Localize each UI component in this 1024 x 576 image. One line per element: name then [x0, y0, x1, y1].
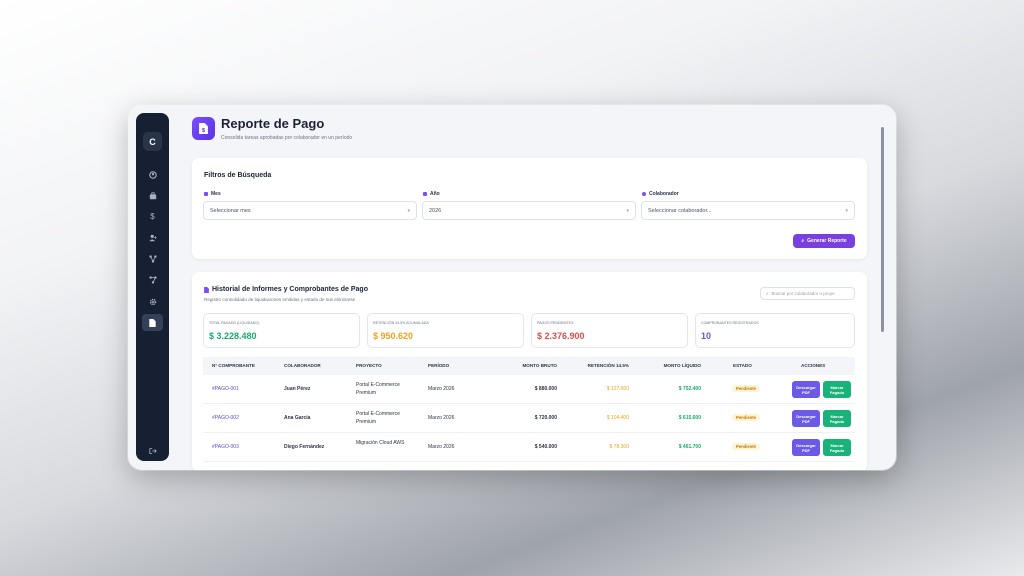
- sidebar: C $: [136, 113, 169, 461]
- collaborator-select[interactable]: Seleccionar colaborador... ▾: [641, 201, 855, 220]
- user-icon: [642, 192, 646, 196]
- mark-paid-button[interactable]: Marcar Pagado: [823, 410, 851, 427]
- collaborator-name: Juan Pérez: [284, 386, 311, 392]
- net-amount: $ 461.700: [678, 444, 701, 450]
- table-header: N° Comprobante Colaborador Proyecto Perí…: [203, 357, 855, 375]
- scrollbar[interactable]: [881, 127, 884, 332]
- stat-total-paid: Total pagado (liquidado) $ 3.228.480: [203, 313, 360, 348]
- col-actions: Acciones: [801, 363, 826, 368]
- month-select[interactable]: Seleccionar mes ▾: [203, 201, 417, 220]
- stat-receipts: Comprobantes registrados 10: [695, 313, 855, 348]
- dollar-icon[interactable]: $: [142, 208, 163, 225]
- document-icon[interactable]: [142, 314, 163, 331]
- mark-paid-button[interactable]: Marcar Pagado: [823, 381, 851, 398]
- download-pdf-button[interactable]: Descargar PDF: [792, 410, 820, 427]
- page-title: Reporte de Pago: [221, 116, 325, 131]
- mark-paid-button[interactable]: Marcar Pagado: [823, 439, 851, 456]
- col-project: Proyecto: [356, 363, 382, 368]
- status-badge: Pendiente: [732, 414, 761, 421]
- collaborator-label: Colaborador: [642, 191, 679, 197]
- col-status: Estado: [733, 363, 752, 368]
- period: Marzo 2026: [428, 386, 455, 392]
- generate-report-button[interactable]: ⌕ Generar Reporte: [793, 234, 855, 248]
- user-add-icon[interactable]: [142, 229, 163, 246]
- gear-icon[interactable]: [142, 293, 163, 310]
- receipt-id[interactable]: #PAGO-002: [212, 415, 239, 421]
- year-select[interactable]: 2026 ▾: [422, 201, 636, 220]
- history-subtitle: Registro consolidado de liquidaciones em…: [204, 297, 356, 302]
- search-icon: ⌕: [766, 291, 769, 296]
- project-name: Portal E-Commerce Premium: [356, 382, 400, 396]
- period: Marzo 2026: [428, 444, 455, 450]
- col-collaborator: Colaborador: [284, 363, 321, 368]
- report-icon: $: [192, 117, 215, 140]
- period: Marzo 2026: [428, 415, 455, 421]
- app-window: C $ $ Reporte de Pago Consolida tareas a…: [128, 105, 896, 470]
- table-row: #PAGO-001 Juan Pérez Portal E-Commerce P…: [203, 375, 855, 404]
- gross-amount: $ 880.000: [534, 386, 557, 392]
- status-badge: Pendiente: [732, 385, 761, 392]
- gross-amount: $ 540.000: [534, 444, 557, 450]
- main-content: $ Reporte de Pago Consolida tareas aprob…: [174, 105, 888, 470]
- collaborator-name: Ana García: [284, 415, 311, 421]
- document-icon: [204, 286, 209, 293]
- col-net: Monto Líquido: [663, 363, 701, 368]
- col-period: Período: [428, 363, 450, 368]
- collaborator-name: Diego Fernández: [284, 444, 325, 450]
- chevron-down-icon: ▾: [845, 208, 848, 214]
- history-card: Historial de Informes y Comprobantes de …: [192, 272, 867, 470]
- history-title: Historial de Informes y Comprobantes de …: [204, 286, 368, 293]
- filters-card: Filtros de Búsqueda Mes Seleccionar mes ▾…: [192, 158, 867, 259]
- stat-retention: Retención 14.5% acumulada $ 950.620: [367, 313, 524, 348]
- retention-amount: $ 78.300: [609, 444, 629, 450]
- year-label: Año: [423, 191, 440, 197]
- net-amount: $ 615.600: [678, 415, 701, 421]
- month-label: Mes: [204, 191, 221, 197]
- briefcase-icon[interactable]: [142, 187, 163, 204]
- col-gross: Monto Bruto: [522, 363, 557, 368]
- project-name: Migración Cloud AWS: [356, 440, 405, 446]
- col-receipt: N° Comprobante: [212, 363, 255, 368]
- receipt-id[interactable]: #PAGO-003: [212, 444, 239, 450]
- retention-amount: $ 127.600: [606, 386, 629, 392]
- network-icon[interactable]: [142, 250, 163, 267]
- history-search-input[interactable]: ⌕ Buscar por colaborador o proye: [760, 287, 855, 300]
- download-pdf-button[interactable]: Descargar PDF: [792, 439, 820, 456]
- col-retention: Retención 14.5%: [587, 363, 629, 368]
- table-row: #PAGO-002 Ana García Portal E-Commerce P…: [203, 404, 855, 433]
- table-row: #PAGO-003 Diego Fernández Migración Clou…: [203, 433, 855, 462]
- app-logo[interactable]: C: [143, 132, 162, 151]
- receipt-id[interactable]: #PAGO-001: [212, 386, 239, 392]
- retention-amount: $ 104.400: [606, 415, 629, 421]
- logout-icon[interactable]: [142, 442, 163, 459]
- search-icon: ⌕: [801, 238, 805, 244]
- calendar-icon: [204, 192, 208, 196]
- net-amount: $ 752.400: [678, 386, 701, 392]
- filters-title: Filtros de Búsqueda: [204, 172, 272, 179]
- chevron-down-icon: ▾: [626, 208, 629, 214]
- stat-pending: Pagos pendientes $ 2.376.900: [531, 313, 688, 348]
- project-name: Portal E-Commerce Premium: [356, 411, 400, 425]
- page-subtitle: Consolida tareas aprobadas por colaborad…: [221, 135, 353, 141]
- gross-amount: $ 720.000: [534, 415, 557, 421]
- calendar-icon: [423, 192, 427, 196]
- svg-text:$: $: [202, 128, 205, 134]
- dashboard-icon[interactable]: [142, 166, 163, 183]
- status-badge: Pendiente: [732, 443, 761, 450]
- chevron-down-icon: ▾: [407, 208, 410, 214]
- share-icon[interactable]: [142, 271, 163, 288]
- download-pdf-button[interactable]: Descargar PDF: [792, 381, 820, 398]
